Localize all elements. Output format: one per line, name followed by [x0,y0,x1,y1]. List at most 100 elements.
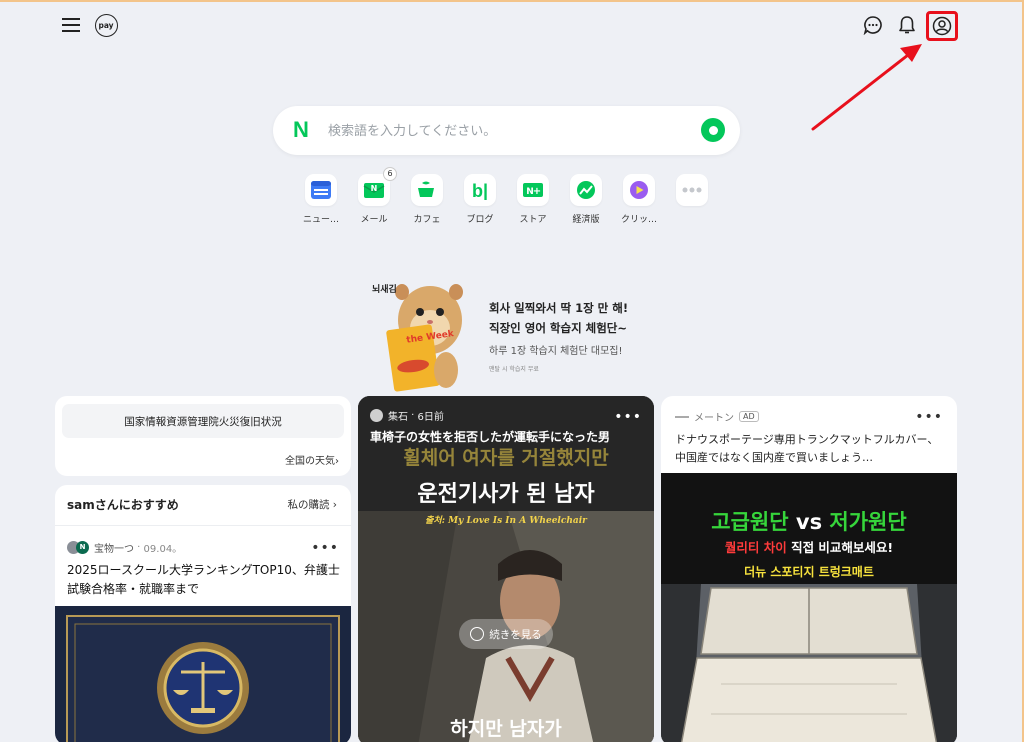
search-button[interactable] [701,118,725,142]
video-subtitle: 하지만 남자가 [450,718,562,740]
continue-watching-button[interactable]: 続きを見る [459,619,553,649]
video-source-name: 集石 [388,412,408,423]
finance-icon [577,181,595,199]
sponsored-card[interactable]: メートン AD ••• ドナウスポーテージ専用トランクマットフルカバー、中国産で… [661,396,957,742]
hamburger-menu-icon [62,18,80,32]
chat-bubble-icon [863,16,882,35]
shortcut-label: メール [360,215,388,225]
avatar: N [76,541,89,554]
svg-text:b|: b| [472,181,488,200]
shortcut-label: クリッ… [620,215,657,225]
notice-card: 国家情報資源管理院火災復旧状況 全国の天気› [55,396,351,476]
ad-image-subline: 퀄리티 차이 직접 비교해보세요! [661,537,957,556]
ad-line-3: 하루 1장 학습지 체험단 대모집! [489,346,623,357]
mail-badge: 6 [383,167,397,181]
shortcut-news[interactable]: ニュー… [296,174,346,225]
ad-fineprint: 맨탈 시 학습지 무료 [489,366,539,373]
source-name: 宝物一つ [94,544,134,555]
svg-text:N: N [371,184,378,193]
video-overlay-text-1: 휠체어 여자를 거절했지만 [403,447,609,469]
chevron-right-icon: › [332,499,337,511]
video-source: 集石 · 6日前 [370,408,444,423]
more-options-button[interactable]: ••• [915,410,943,424]
user-profile-icon [932,16,952,36]
search-icon [708,125,718,135]
annotation-arrow [811,44,922,131]
ad-headline-left: 고급원단 [711,510,789,534]
news-icon [311,181,331,199]
clip-play-icon [630,181,648,199]
advertiser-logo-icon [675,415,689,418]
notification-button[interactable] [894,12,920,38]
bell-icon [899,16,915,34]
video-title: 車椅子の女性を拒否したが運転手になった男 [370,430,611,444]
article-date: 09.04。 [143,544,183,555]
article-thumbnail[interactable] [55,606,351,742]
shortcut-finance[interactable]: 経済版 [561,174,611,225]
svg-text:+: + [533,186,541,197]
shortcut-store[interactable]: N + ストア [508,174,558,225]
profile-button[interactable] [926,11,958,41]
shortcut-label: ブログ [466,215,494,225]
article-headline[interactable]: 2025ロースクール大学ランキングTOP10、弁護士試験合格率・就職率まで [67,561,341,599]
advertiser-name: メートン [694,413,734,424]
ad-description: ドナウスポーテージ専用トランクマットフルカバー、中国産ではなく国内産で買いましょ… [675,433,939,464]
ad-tag: AD [739,411,759,422]
more-options-button[interactable]: ••• [614,410,642,424]
play-circle-icon [470,627,485,641]
window-top-border [0,0,1024,2]
search-input[interactable] [328,118,688,144]
shortcut-clip[interactable]: クリッ… [614,174,664,225]
shortcut-mail[interactable]: N6 メール [349,167,399,225]
recommendation-card: samさんにおすすめ 私の購読 › N 宝物一つ · 09.04。 ••• 20… [55,485,351,742]
continue-watching-label: 続きを見る [489,628,542,641]
weather-link[interactable]: 全国の天気› [285,452,339,467]
video-time: 6日前 [417,412,444,423]
my-subscriptions-label: 私の購読 [287,499,330,511]
pay-button[interactable]: pay [93,12,119,38]
my-subscriptions-link[interactable]: 私の購読 › [287,497,337,512]
ad-image-headline: 고급원단 vs 저가원단 [661,506,957,536]
ad-headline-right: 저가원단 [829,510,907,534]
shortcut-blog[interactable]: b| ブログ [455,174,505,225]
cafe-icon [418,181,434,197]
ad-line-2: 직장인 영어 학습지 체험단~ [489,321,628,335]
video-card[interactable]: 集石 · 6日前 ••• 휠체어 여자를 거절했지만 車椅子の女性を拒否したが運… [358,396,654,742]
service-shortcuts: ニュー… N6 メール カフェ b| ブログ N + ストア 経済版 クリッ… [296,167,726,230]
ad-image-product: 더뉴 스포티지 트렁크매트 [744,565,874,579]
search-bar: N [273,106,740,155]
weather-link-label: 全国の天気 [285,456,335,467]
pay-label: pay [94,13,118,37]
divider [55,525,351,526]
trunk-mat-photo [661,584,957,742]
more-dots-icon [682,187,702,193]
recommendation-title: samさんにおすすめ [67,498,179,512]
ad-brand: 뇌새김 [372,285,397,295]
separator: · [134,542,144,553]
shortcut-label: ストア [519,215,547,225]
video-overlay-text-2: 운전기사가 된 남자 [417,482,595,507]
ad-headline-vs: vs [795,510,823,534]
talk-button[interactable] [860,12,886,38]
more-options-button[interactable]: ••• [311,541,339,555]
ad-banner[interactable]: the Week 뇌새김 회사 일찍와서 딱 1장 만 해! 직장인 영어 학습… [360,278,660,392]
hamster-book-image: the Week [386,284,463,392]
menu-button[interactable] [58,12,84,38]
ad-source: メートン AD [675,409,759,424]
shortcut-label: カフェ [413,215,441,225]
shortcut-label: ニュー… [302,215,339,225]
avatar [370,409,383,422]
ad-line-1: 회사 일찍와서 딱 1장 만 해! [489,301,629,315]
shortcut-cafe[interactable]: カフェ [402,174,452,225]
chevron-right-icon: › [335,456,339,467]
ad-subline-rest: 직접 비교해보세요! [791,540,894,555]
shortcut-more[interactable] [667,174,717,206]
video-overlay-source: 출처: My Love Is In A Wheelchair [425,516,587,526]
article-source[interactable]: N 宝物一つ · 09.04。 [67,540,182,555]
notice-link[interactable]: 国家情報資源管理院火災復旧状況 [62,404,344,438]
mail-icon: N [363,183,385,198]
naver-logo[interactable]: N [293,119,309,141]
ad-subline-red: 퀄리티 차이 [724,540,787,555]
shortcut-label: 経済版 [572,215,600,225]
blog-icon: b| [472,181,488,200]
